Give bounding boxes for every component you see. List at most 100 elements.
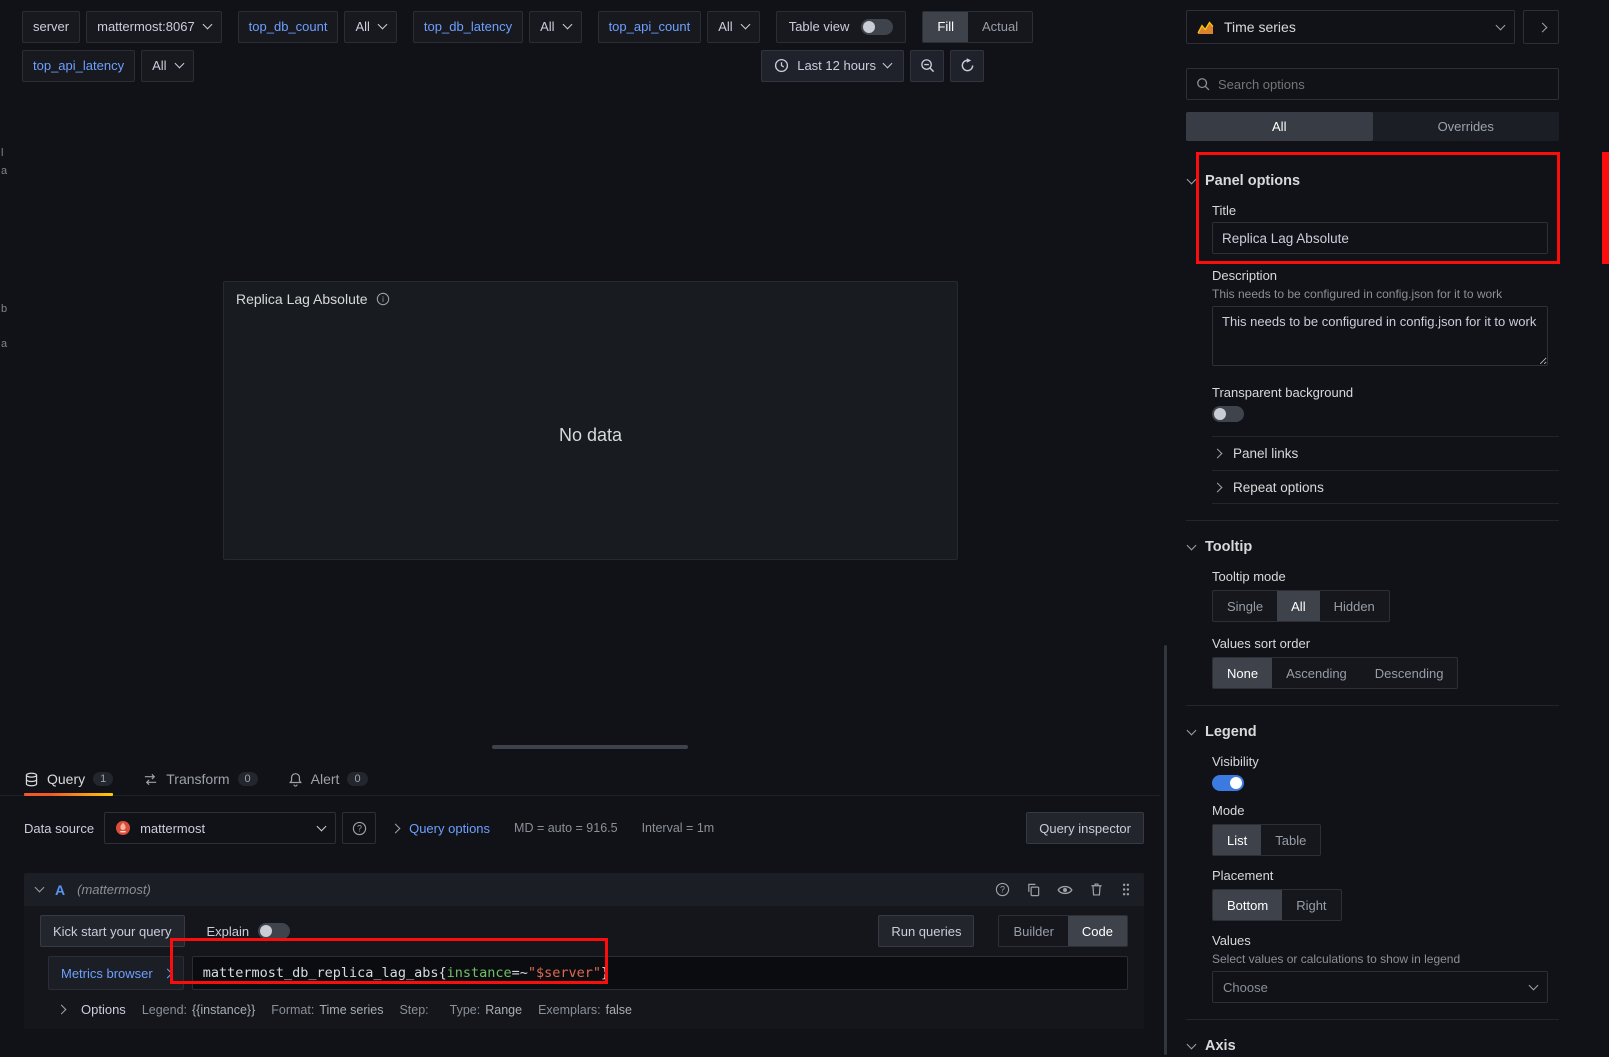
- tooltip-mode-single[interactable]: Single: [1213, 591, 1277, 621]
- legend-mode-table[interactable]: Table: [1261, 825, 1320, 855]
- panel-links-row[interactable]: Panel links: [1212, 436, 1559, 470]
- query-inspector-button[interactable]: Query inspector: [1026, 812, 1144, 844]
- tab-alert-label: Alert: [311, 771, 340, 787]
- drag-handle-icon[interactable]: [1120, 882, 1132, 897]
- variable-top-db-latency-dropdown[interactable]: All: [529, 11, 581, 43]
- legend-header[interactable]: Legend: [1186, 718, 1559, 746]
- tab-overrides[interactable]: Overrides: [1373, 112, 1560, 141]
- collapse-chevron-icon[interactable]: [35, 883, 45, 893]
- panel-description-textarea[interactable]: This needs to be configured in config.js…: [1212, 306, 1548, 366]
- options-search-input[interactable]: [1218, 77, 1549, 92]
- legend-placement-bottom[interactable]: Bottom: [1213, 890, 1282, 920]
- svg-text:?: ?: [357, 823, 362, 833]
- chevron-right-icon: [57, 1005, 67, 1015]
- chevron-down-icon: [1187, 174, 1197, 184]
- tooltip-header[interactable]: Tooltip: [1186, 533, 1559, 561]
- edge-clipped-text: a: [1, 165, 7, 177]
- visualization-picker[interactable]: Time series: [1186, 10, 1515, 44]
- query-options-toggle[interactable]: Query options MD = auto = 916.5 Interval…: [390, 821, 714, 836]
- variable-top-api-latency: top_api_latency All: [22, 50, 194, 82]
- edge-clipped-text: a: [1, 338, 7, 350]
- query-ref-id: A: [55, 882, 65, 898]
- query-options-summary[interactable]: Options Legend:{{instance}} Format:Time …: [24, 990, 1144, 1029]
- duplicate-icon[interactable]: [1026, 882, 1041, 897]
- tab-all[interactable]: All: [1186, 112, 1373, 141]
- variable-server-dropdown[interactable]: mattermost:8067: [86, 11, 222, 43]
- code-button[interactable]: Code: [1068, 916, 1127, 946]
- variable-top-db-latency-label[interactable]: top_db_latency: [413, 11, 523, 43]
- tab-transform[interactable]: Transform 0: [143, 763, 257, 795]
- tab-query-label: Query: [47, 771, 85, 787]
- tab-query[interactable]: Query 1: [24, 763, 113, 795]
- variable-top-db-count-label[interactable]: top_db_count: [238, 11, 339, 43]
- legend-placement-right[interactable]: Right: [1282, 890, 1340, 920]
- section-axis: Axis: [1186, 1019, 1559, 1057]
- variable-top-api-latency-dropdown[interactable]: All: [141, 50, 193, 82]
- time-range-label: Last 12 hours: [797, 58, 876, 73]
- query-expression-input[interactable]: mattermost_db_replica_lag_abs{instance=~…: [192, 956, 1128, 990]
- format-option: Format:Time series: [271, 1003, 383, 1017]
- editor-resize-handle[interactable]: [492, 745, 688, 749]
- datasource-label: Data source: [24, 821, 94, 836]
- tooltip-mode-group: Single All Hidden: [1212, 590, 1390, 622]
- kick-start-query-button[interactable]: Kick start your query: [40, 915, 185, 947]
- variable-top-api-latency-label[interactable]: top_api_latency: [22, 50, 135, 82]
- help-icon: ?: [352, 821, 367, 836]
- variable-top-db-count-dropdown[interactable]: All: [344, 11, 396, 43]
- fill-actual-group: Fill Actual: [922, 11, 1033, 43]
- svg-text:i: i: [382, 295, 384, 304]
- section-panel-options: Panel options Title Description This nee…: [1186, 157, 1559, 504]
- options-label: Options: [81, 1002, 126, 1017]
- explain-control: Explain: [207, 923, 291, 939]
- main-scrollbar[interactable]: [1164, 645, 1167, 1055]
- sort-none[interactable]: None: [1213, 658, 1272, 688]
- chevron-right-icon: [1213, 449, 1223, 459]
- legend-visibility-toggle[interactable]: [1212, 775, 1244, 791]
- chevron-down-icon: [1187, 725, 1197, 735]
- tab-alert[interactable]: Alert 0: [288, 763, 368, 795]
- promql-label-name: instance: [447, 965, 512, 981]
- panel-title[interactable]: Replica Lag Absolute: [236, 291, 368, 307]
- refresh-button[interactable]: [950, 50, 984, 82]
- chevron-down-icon: [202, 20, 212, 30]
- trash-icon[interactable]: [1089, 882, 1104, 897]
- tab-alert-count: 0: [347, 772, 367, 786]
- panel-options-header[interactable]: Panel options: [1186, 167, 1559, 195]
- panel-title-input[interactable]: [1212, 222, 1548, 254]
- variable-top-api-count-dropdown[interactable]: All: [707, 11, 759, 43]
- fill-button[interactable]: Fill: [923, 12, 968, 42]
- collapse-pane-button[interactable]: [1523, 10, 1559, 44]
- repeat-options-row[interactable]: Repeat options: [1212, 470, 1559, 504]
- legend-values-select[interactable]: Choose: [1212, 971, 1548, 1003]
- eye-icon[interactable]: [1057, 882, 1073, 898]
- axis-header[interactable]: Axis: [1186, 1032, 1559, 1057]
- tooltip-mode-hidden[interactable]: Hidden: [1320, 591, 1389, 621]
- query-row-header[interactable]: A (mattermost) ?: [24, 873, 1144, 906]
- sort-descending[interactable]: Descending: [1361, 658, 1458, 688]
- datasource-picker[interactable]: mattermost: [104, 812, 336, 844]
- title-label: Title: [1212, 203, 1559, 218]
- tooltip-mode-all[interactable]: All: [1277, 591, 1319, 621]
- time-range-picker[interactable]: Last 12 hours: [761, 50, 904, 82]
- help-icon[interactable]: ?: [995, 882, 1010, 897]
- table-view-toggle[interactable]: [861, 19, 893, 35]
- legend-mode-label: Mode: [1212, 803, 1559, 818]
- chevron-down-icon: [562, 20, 572, 30]
- legend-mode-group: List Table: [1212, 824, 1321, 856]
- builder-button[interactable]: Builder: [999, 916, 1067, 946]
- metrics-browser-label: Metrics browser: [61, 966, 153, 981]
- variable-top-api-count-value: All: [718, 19, 732, 34]
- description-field: Description This needs to be configured …: [1212, 268, 1559, 369]
- run-queries-button[interactable]: Run queries: [878, 915, 974, 947]
- actual-button[interactable]: Actual: [968, 12, 1032, 42]
- variable-top-api-count-label[interactable]: top_api_count: [598, 11, 702, 43]
- legend-visibility-label: Visibility: [1212, 754, 1559, 769]
- transparent-background-toggle[interactable]: [1212, 406, 1244, 422]
- metrics-browser-button[interactable]: Metrics browser: [48, 956, 184, 990]
- legend-mode-list[interactable]: List: [1213, 825, 1261, 855]
- explain-toggle[interactable]: [258, 923, 290, 939]
- sort-ascending[interactable]: Ascending: [1272, 658, 1361, 688]
- zoom-out-button[interactable]: [910, 50, 944, 82]
- datasource-help-button[interactable]: ?: [342, 812, 376, 844]
- tooltip-mode-field: Tooltip mode Single All Hidden: [1212, 569, 1559, 622]
